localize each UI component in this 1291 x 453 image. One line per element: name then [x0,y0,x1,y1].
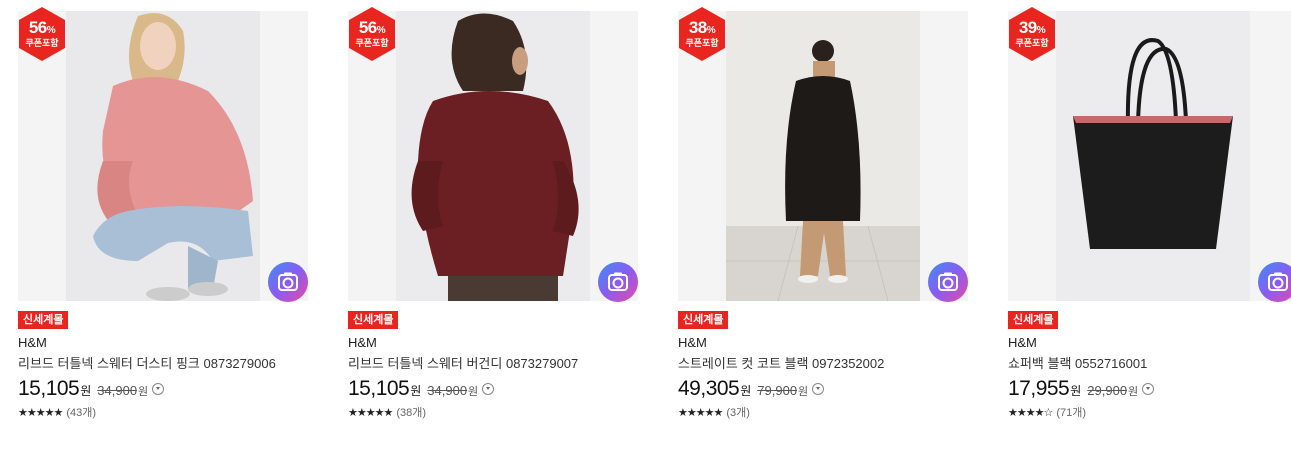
discount-percent: 56% [28,18,56,37]
brand-name[interactable]: H&M [678,335,707,350]
star-rating: ★★★★★ [678,407,723,419]
rating-row: ★★★★☆ (71개) [1008,404,1086,420]
info-dropdown-icon[interactable] [482,382,495,395]
price-unit: 원 [410,384,422,398]
info-dropdown-icon[interactable] [812,382,825,395]
rating-row: ★★★★★ (43개) [18,404,96,420]
review-count: (3개) [726,407,750,419]
rating-row: ★★★★★ (38개) [348,404,426,420]
brand-name[interactable]: H&M [1008,335,1037,350]
discount-badge: 56% 쿠폰포함 [348,7,396,61]
discount-note: 쿠폰포함 [25,38,59,48]
product-name[interactable]: 쇼퍼백 블랙 0552716001 [1008,353,1291,372]
product-card[interactable]: 39% 쿠폰포함 신세계몰 H&M 쇼퍼백 블랙 0552716001 17,9… [1008,0,1291,440]
sale-price: 15,105 [18,377,80,400]
discount-percent: 39% [1018,18,1046,37]
camera-search-icon[interactable] [928,262,968,302]
price-unit: 원 [740,384,752,398]
price-unit: 원 [1070,384,1082,398]
original-unit: 원 [468,386,479,398]
price-row: 17,955원 29,900원 [1008,377,1155,403]
original-price: 29,900 [1087,383,1128,398]
star-rating: ★★★★★ [348,407,393,419]
camera-search-icon[interactable] [598,262,638,302]
discount-badge: 56% 쿠폰포함 [18,7,66,61]
product-name[interactable]: 리브드 터틀넥 스웨터 버건디 0873279007 [348,353,638,372]
original-unit: 원 [1128,386,1139,398]
review-count: (71개) [1056,407,1086,419]
original-unit: 원 [798,386,809,398]
brand-name[interactable]: H&M [18,335,47,350]
product-card[interactable]: 56% 쿠폰포함 신세계몰 H&M 리브드 터틀넥 스웨터 더스티 핑크 087… [18,0,308,440]
info-dropdown-icon[interactable] [152,382,165,395]
discount-note: 쿠폰포함 [685,38,719,48]
original-unit: 원 [138,386,149,398]
review-count: (38개) [396,407,426,419]
product-card[interactable]: 38% 쿠폰포함 신세계몰 H&M 스트레이트 컷 코트 블랙 09723520… [678,0,968,440]
price-row: 49,305원 79,900원 [678,377,825,403]
camera-search-icon[interactable] [268,262,308,302]
mall-tag: 신세계몰 [1008,311,1059,329]
product-card[interactable]: 56% 쿠폰포함 신세계몰 H&M 리브드 터틀넥 스웨터 버건디 087327… [348,0,638,440]
camera-search-icon[interactable] [1258,262,1291,302]
product-name[interactable]: 스트레이트 컷 코트 블랙 0972352002 [678,353,968,372]
mall-tag: 신세계몰 [18,311,69,329]
original-price: 34,900 [427,383,468,398]
price-row: 15,105원 34,900원 [348,377,495,403]
original-price: 79,900 [757,383,798,398]
discount-percent: 38% [688,18,716,37]
rating-row: ★★★★★ (3개) [678,404,750,420]
discount-percent: 56% [358,18,386,37]
original-price: 34,900 [97,383,138,398]
discount-note: 쿠폰포함 [1015,38,1049,48]
sale-price: 15,105 [348,377,410,400]
info-dropdown-icon[interactable] [1142,382,1155,395]
mall-tag: 신세계몰 [348,311,399,329]
sale-price: 17,955 [1008,377,1070,400]
discount-badge: 38% 쿠폰포함 [678,7,726,61]
sale-price: 49,305 [678,377,740,400]
price-row: 15,105원 34,900원 [18,377,165,403]
mall-tag: 신세계몰 [678,311,729,329]
price-unit: 원 [80,384,92,398]
star-rating: ★★★★☆ [1008,407,1053,419]
review-count: (43개) [66,407,96,419]
discount-badge: 39% 쿠폰포함 [1008,7,1056,61]
brand-name[interactable]: H&M [348,335,377,350]
product-name[interactable]: 리브드 터틀넥 스웨터 더스티 핑크 0873279006 [18,353,308,372]
star-rating: ★★★★★ [18,407,63,419]
discount-note: 쿠폰포함 [355,38,389,48]
